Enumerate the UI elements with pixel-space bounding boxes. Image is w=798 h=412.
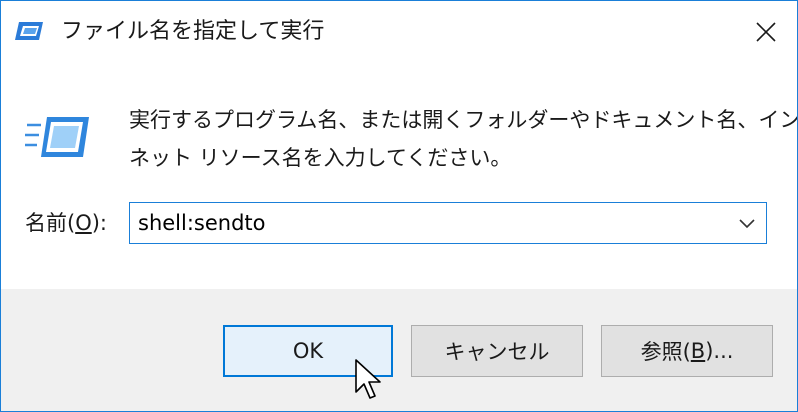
window-title: ファイル名を指定して実行 [61,19,325,44]
open-label: 名前(O): [25,208,107,238]
dialog-content: 実行するプログラム名、または開くフォルダーやドキュメント名、インター ネット リ… [1,63,797,289]
open-combobox[interactable]: shell:sendto [129,202,767,244]
close-button[interactable] [735,1,797,63]
title-bar[interactable]: ファイル名を指定して実行 [1,1,797,63]
description-line-1: 実行するプログラム名、または開くフォルダーやドキュメント名、インター [129,108,798,132]
run-dialog: ファイル名を指定して実行 実行するプログラム名、または開くフォルダーやドキュメン… [0,0,798,412]
open-label-prefix: 名前( [25,211,76,235]
open-input[interactable]: shell:sendto [138,207,266,239]
mouse-pointer-icon [355,359,381,399]
close-icon [756,22,776,42]
description-text: 実行するプログラム名、または開くフォルダーやドキュメント名、インター ネット リ… [129,101,798,177]
button-bar: OK キャンセル 参照(B)... [1,289,797,411]
run-dialog-icon [15,22,43,40]
browse-label-prefix: 参照( [640,340,691,364]
open-label-accesskey: O [75,211,92,235]
run-icon [25,117,89,157]
description-line-2: ネット リソース名を入力してください。 [129,146,512,170]
open-label-suffix: ): [91,211,108,235]
browse-label-suffix: )... [705,339,734,363]
browse-button[interactable]: 参照(B)... [601,325,773,377]
chevron-down-icon[interactable] [736,213,758,233]
browse-label-accesskey: B [690,339,706,363]
cancel-button[interactable]: キャンセル [411,325,583,377]
